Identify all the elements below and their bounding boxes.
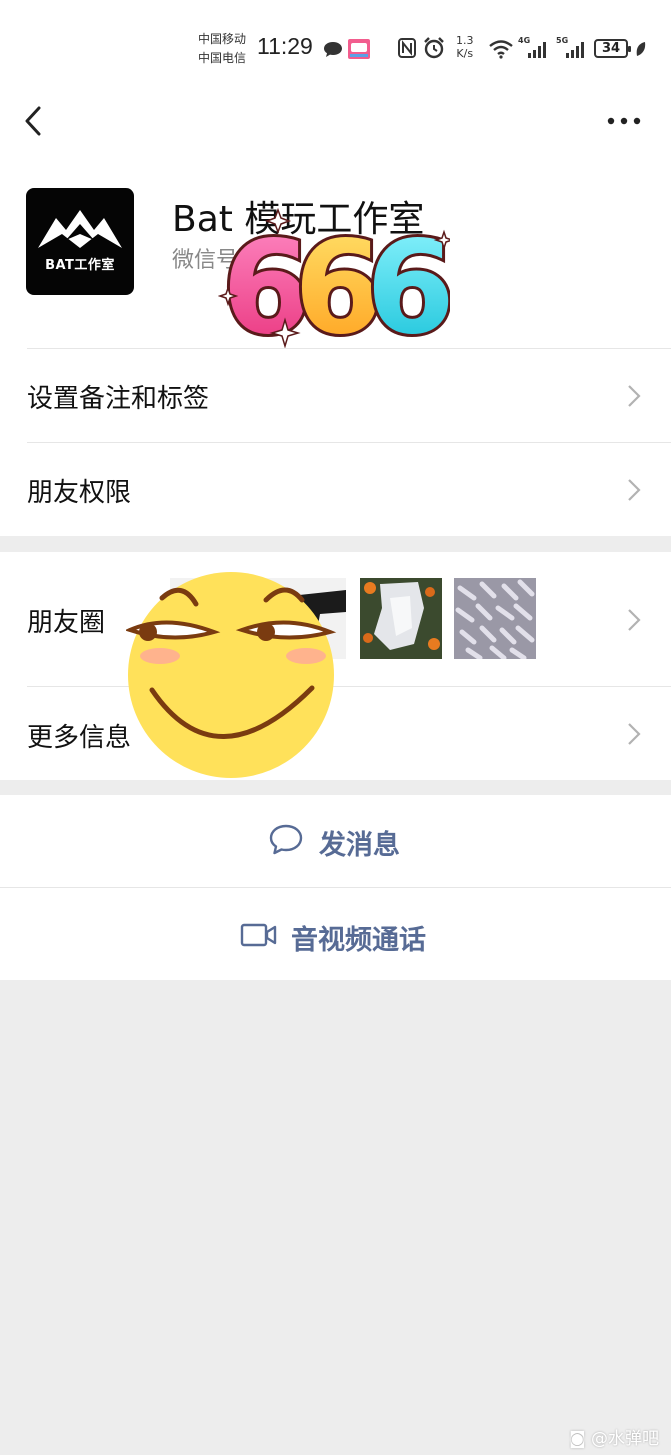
camera-icon: ◙ [569,1429,586,1449]
network-speed: 1.3 K/s [456,34,474,60]
send-message-button[interactable]: 发消息 [0,795,671,887]
moment-thumbnail-3[interactable] [454,578,536,659]
moment-thumbnail-2[interactable] [360,578,442,659]
avatar-logo-text: BAT工作室 [45,258,115,273]
bilibili-icon [348,39,370,59]
watermark: ◙ @水弹吧 [569,1424,659,1449]
chevron-right-icon [628,723,641,745]
chat-bubble-outline-icon [269,824,303,855]
signal-icon-2 [566,42,584,58]
avatar[interactable]: BAT工作室 [26,188,134,295]
sticker-666: 6 6 6 666 [218,202,450,360]
moment-photo-2 [360,578,442,659]
back-icon[interactable] [22,105,44,137]
status-time: 11:29 [257,33,313,59]
speed-unit: K/s [456,47,474,60]
remarks-tags-label: 设置备注和标签 [27,384,210,414]
carrier-2: 中国电信 [198,51,247,65]
chat-bubble-icon [324,42,342,57]
leaf-icon [636,42,646,56]
status-bar: 中国移动 中国电信 11:29 1.3 K/s 4G 5G 34 [0,0,671,90]
sticker-text: 666 [218,202,220,203]
friend-permissions-label: 朋友权限 [27,478,132,508]
bat-logo-icon [38,210,122,248]
signal-icon [528,42,546,58]
carrier-info: 中国移动 中国电信 [198,30,246,68]
alarm-icon [424,37,444,59]
send-message-label: 发消息 [319,830,400,861]
nav-bar [0,90,671,160]
battery-indicator: 34 [594,39,631,58]
chevron-right-icon [628,479,641,501]
smirk-emoji-sticker [126,572,337,778]
row-remarks-tags[interactable]: 设置备注和标签 [0,348,671,442]
more-info-label: 更多信息 [27,723,132,753]
chevron-right-icon [628,385,641,407]
moment-photo-3 [454,578,536,659]
speed-value: 1.3 [456,34,474,47]
moments-label: 朋友圈 [27,608,106,638]
video-call-label: 音视频通话 [291,925,426,956]
more-icon[interactable] [606,116,642,126]
video-camera-icon [240,923,277,947]
profile-header: BAT工作室 Bat 模玩工作室 微信号 6 6 6 666 [0,160,671,360]
video-call-button[interactable]: 音视频通话 [0,888,671,980]
nfc-icon [398,38,416,58]
wifi-icon [489,40,513,59]
chevron-right-icon [628,609,641,631]
watermark-text: @水弹吧 [591,1429,659,1449]
settings-section: 设置备注和标签 朋友权限 [0,348,671,536]
sticker-digit-3: 6 [366,214,450,360]
row-friend-permissions[interactable]: 朋友权限 [0,442,671,536]
carrier-1: 中国移动 [198,32,247,46]
